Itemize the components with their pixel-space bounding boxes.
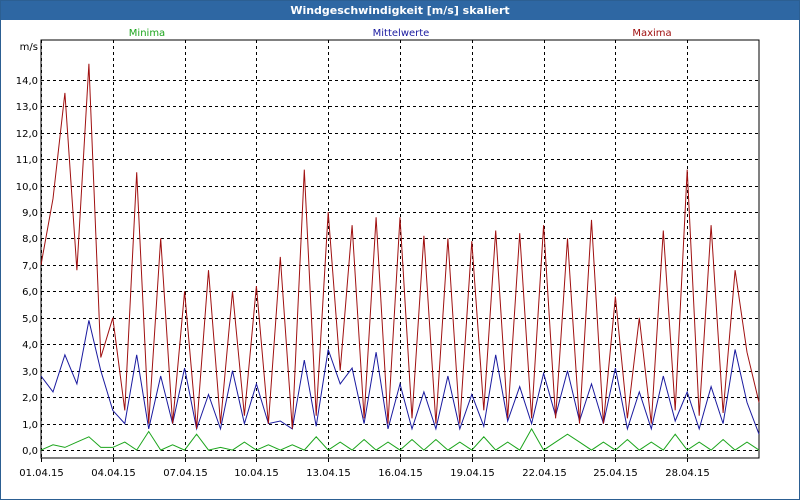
- x-tick-label: 25.04.15: [593, 468, 638, 479]
- x-tick-label: 13.04.15: [306, 468, 351, 479]
- y-tick-label: 2,0: [22, 393, 38, 404]
- x-tick-label: 01.04.15: [19, 468, 64, 479]
- chart-window: Windgeschwindigkeit [m/s] skaliert 0,0 1,…: [0, 0, 800, 500]
- y-tick-label: 10,0: [16, 182, 38, 193]
- legend-entry-1: Minima: [129, 28, 165, 39]
- y-tick-label: 3,0: [22, 367, 38, 378]
- x-tick-label: 19.04.15: [450, 468, 495, 479]
- x-tick-label: 22.04.15: [522, 468, 567, 479]
- y-tick-label: 12,0: [16, 129, 38, 140]
- y-axis-label: m/s: [20, 42, 38, 53]
- y-tick-label: 0,0: [22, 446, 38, 457]
- y-tick-label: 4,0: [22, 340, 38, 351]
- x-tick-label: 16.04.15: [378, 468, 423, 479]
- legend-entry-3: Maxima: [632, 28, 671, 39]
- x-tick-label: 28.04.15: [665, 468, 710, 479]
- wind-speed-chart: 0,0 1,0 2,0 3,0 4,0 5,0 6,0 7,0 8,0 9,0 10,0 11,0 12…: [16, 28, 760, 479]
- y-tick-label: 1,0: [22, 420, 38, 431]
- x-tick-label: 10.04.15: [234, 468, 279, 479]
- y-tick-label: 9,0: [22, 208, 38, 219]
- y-tick-label: 6,0: [22, 287, 38, 298]
- y-tick-label: 14,0: [16, 76, 38, 87]
- y-tick-label: 7,0: [22, 261, 38, 272]
- x-tick-label: 04.04.15: [91, 468, 136, 479]
- y-tick-label: 13,0: [16, 102, 38, 113]
- x-tick-label: 07.04.15: [163, 468, 208, 479]
- y-tick-label: 5,0: [22, 314, 38, 325]
- y-tick-label: 8,0: [22, 234, 38, 245]
- y-tick-label: 11,0: [16, 155, 38, 166]
- legend-entry-2: Mittelwerte: [373, 28, 430, 39]
